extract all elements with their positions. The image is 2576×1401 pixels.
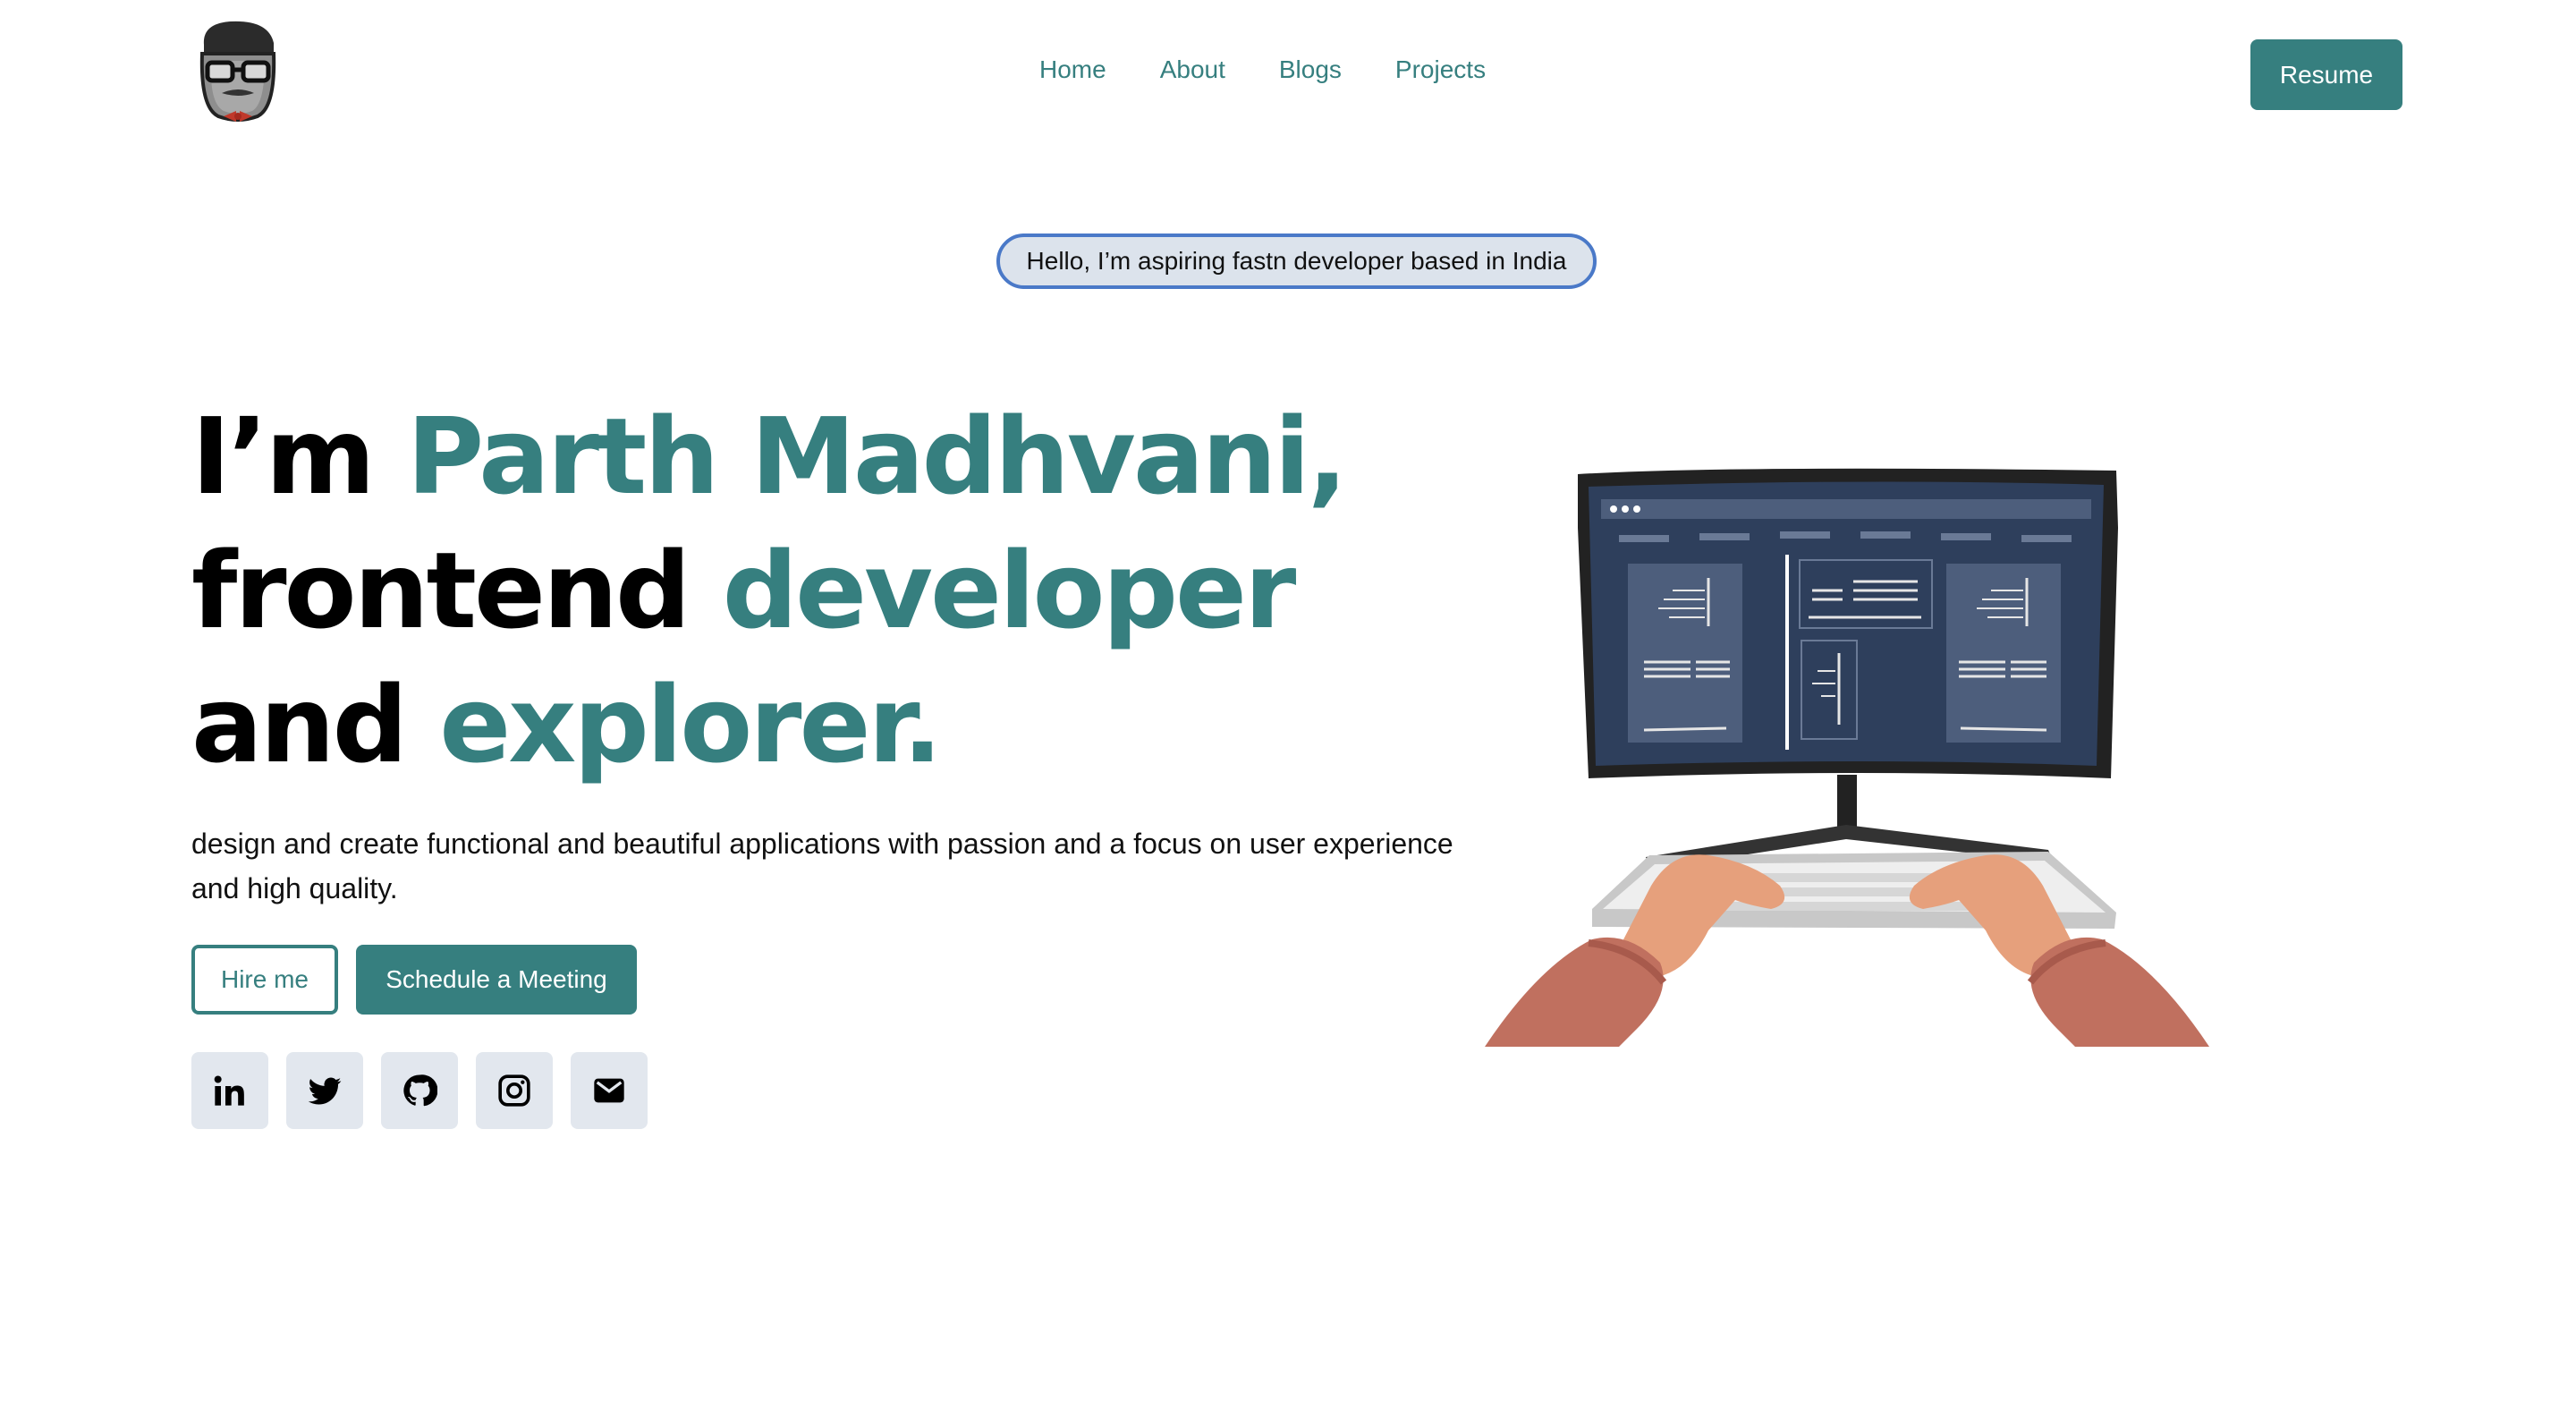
headline-accent-3: explorer. (439, 663, 943, 786)
nav-blogs[interactable]: Blogs (1279, 55, 1342, 84)
twitter-link[interactable] (286, 1052, 363, 1129)
headline-accent-1: Parth Madhvani, (406, 395, 1348, 518)
headline-plain-2: frontend (191, 529, 723, 652)
instagram-icon (498, 1074, 530, 1107)
linkedin-link[interactable] (191, 1052, 268, 1129)
nav-home[interactable]: Home (1039, 55, 1106, 84)
intro-badge: Hello, I’m aspiring fastn developer base… (996, 234, 1597, 289)
schedule-meeting-button[interactable]: Schedule a Meeting (356, 945, 637, 1015)
github-icon (403, 1074, 437, 1107)
github-link[interactable] (381, 1052, 458, 1129)
twitter-icon (308, 1077, 342, 1105)
social-links (191, 1052, 648, 1129)
nav-projects[interactable]: Projects (1395, 55, 1486, 84)
hero-description: design and create functional and beautif… (191, 828, 1453, 904)
cta-buttons: Hire me Schedule a Meeting (191, 945, 637, 1015)
headline-plain-3: and (191, 663, 440, 786)
hero-headline: I’m Parth Madhvani, frontend developer a… (191, 389, 1348, 792)
headline-line-1: I’m Parth Madhvani, (191, 395, 1348, 518)
resume-button[interactable]: Resume (2250, 39, 2402, 110)
headline-accent-2: developer (722, 529, 1297, 652)
headline-line-2: frontend developer (191, 529, 1297, 652)
avatar-logo-icon[interactable] (191, 18, 284, 123)
hire-me-button[interactable]: Hire me (191, 945, 338, 1015)
mail-icon (594, 1078, 624, 1103)
linkedin-icon (214, 1075, 244, 1106)
nav-about[interactable]: About (1160, 55, 1225, 84)
developer-illustration (1485, 468, 2209, 1047)
instagram-link[interactable] (476, 1052, 553, 1129)
main-nav: Home About Blogs Projects (1039, 55, 1486, 84)
headline-line-3: and explorer. (191, 663, 943, 786)
email-link[interactable] (571, 1052, 648, 1129)
headline-plain-1: I’m (191, 395, 407, 518)
